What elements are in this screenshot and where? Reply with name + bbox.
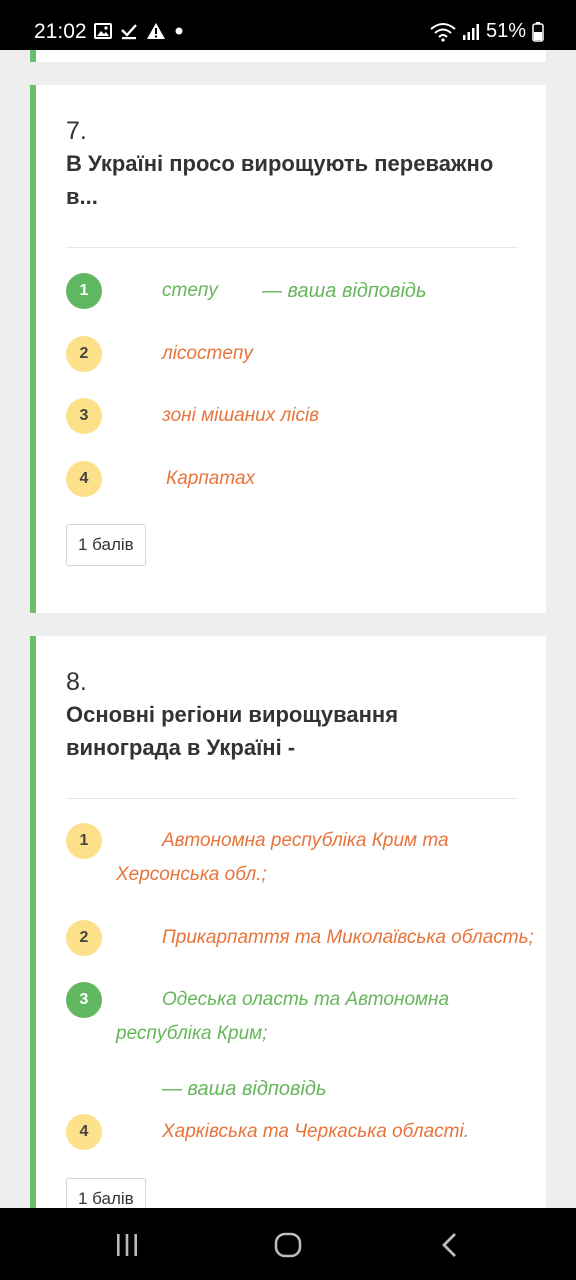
option-text-line2: республіка Крим; <box>116 1023 268 1044</box>
back-icon[interactable] <box>440 1232 460 1258</box>
dot-icon <box>175 27 183 35</box>
option-text: зоні мішаних лісів <box>162 405 320 426</box>
warning-icon <box>147 23 165 39</box>
question-number: 8. <box>66 668 87 696</box>
option-number: 4 <box>66 1114 102 1150</box>
option-number: 4 <box>66 461 102 497</box>
question-card-7: 7. В Україні просо вирощують переважно в… <box>30 85 546 613</box>
option-number-correct: 3 <box>66 982 102 1018</box>
signal-icon <box>462 23 479 40</box>
your-answer-note: — ваша відповідь <box>162 1078 327 1100</box>
option-text-line1: Прикарпаття та Миколаївська область; <box>162 927 534 948</box>
question-divider <box>66 798 518 799</box>
question-text: Основні регіони вирощування винограда в … <box>66 702 399 760</box>
option-text-line1: Автономна республіка Крим та <box>162 830 449 851</box>
option-number: 1 <box>66 823 102 859</box>
status-bar: 21:02 51% <box>0 0 576 50</box>
question-text: В Україні просо вирощують переважно в... <box>66 151 494 209</box>
option-text-line2: Херсонська обл.; <box>116 864 267 885</box>
question-divider <box>66 247 518 248</box>
home-icon[interactable] <box>274 1232 302 1258</box>
wifi-icon <box>430 22 456 42</box>
image-icon <box>94 23 112 39</box>
question-card-8: 8. Основні регіони вирощування винограда… <box>30 636 546 1236</box>
status-notification-icons <box>94 22 184 40</box>
option-text: степу <box>162 280 218 301</box>
option-number: 2 <box>66 920 102 956</box>
previous-question-card <box>30 50 546 62</box>
option-number-correct: 1 <box>66 273 102 309</box>
recent-apps-icon[interactable] <box>114 1232 140 1258</box>
option-number: 2 <box>66 336 102 372</box>
option-number: 3 <box>66 398 102 434</box>
question-number: 7. <box>66 117 87 145</box>
battery-icon <box>532 21 544 42</box>
option-text-line1: Одеська оласть та Автономна <box>162 989 450 1010</box>
navigation-bar <box>0 1208 576 1280</box>
status-time: 21:02 <box>34 20 87 43</box>
download-done-icon <box>121 24 137 40</box>
your-answer-note: — ваша відповідь <box>262 280 427 302</box>
status-system-icons: 51% <box>430 20 544 43</box>
option-text-line1: Харківська та Черкаська області. <box>162 1121 469 1142</box>
battery-percent: 51% <box>485 20 526 42</box>
score-badge: 1 балів <box>66 524 146 566</box>
option-text: Карпатах <box>166 468 256 489</box>
option-text: лісостепу <box>162 343 253 364</box>
